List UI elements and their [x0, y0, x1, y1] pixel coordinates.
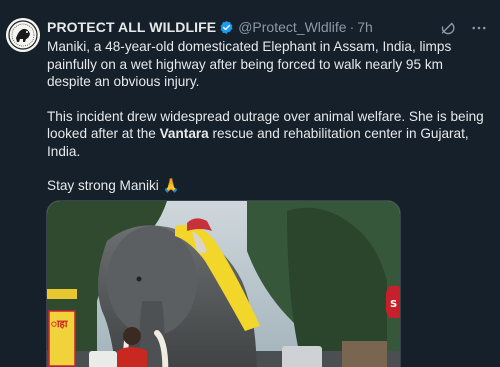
tweet-actions — [438, 19, 488, 37]
media-sign-text: ाहा — [51, 319, 68, 330]
tweet-media-image[interactable]: ाहा S — [46, 200, 401, 367]
tweet[interactable]: PROTECT ALL WILDLIFE @Protect_Wldlife · … — [0, 0, 500, 367]
vantara-bold: Vantara — [159, 126, 209, 141]
user-handle[interactable]: @Protect_Wldlife — [238, 19, 346, 35]
more-icon[interactable] — [470, 19, 488, 37]
timestamp[interactable]: 7h — [357, 19, 373, 35]
display-name[interactable]: PROTECT ALL WILDLIFE — [47, 19, 216, 35]
tweet-text: Maniki, a 48-year-old domesticated Eleph… — [47, 38, 487, 195]
tweet-paragraph-1: Maniki, a 48-year-old domesticated Eleph… — [47, 39, 452, 89]
tweet-paragraph-3: Stay strong Maniki 🙏 — [47, 178, 180, 193]
verified-badge-icon — [219, 20, 234, 35]
separator-dot: · — [349, 19, 355, 35]
media-stop-text: S — [390, 299, 397, 310]
tweet-header: PROTECT ALL WILDLIFE @Protect_Wldlife · … — [47, 18, 373, 36]
tweet-paragraph-2: This incident drew widespread outrage ov… — [47, 108, 487, 161]
grok-icon[interactable] — [438, 19, 456, 37]
page-edge — [494, 0, 500, 367]
wildlife-logo-icon[interactable] — [6, 18, 40, 52]
